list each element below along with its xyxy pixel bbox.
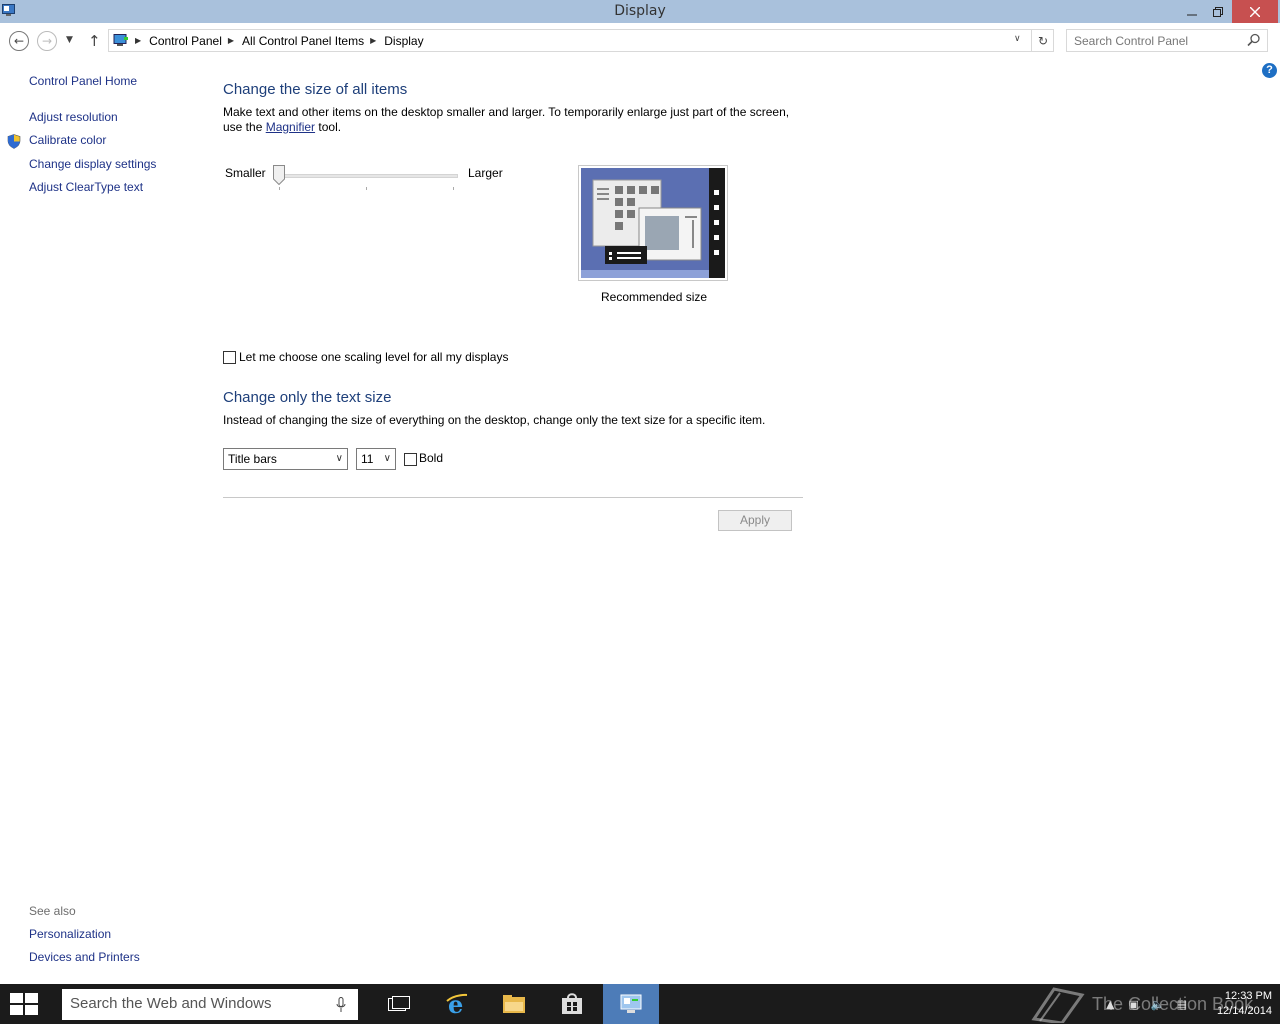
internet-explorer-button[interactable]: e (429, 984, 485, 1024)
see-also-devices-and-printers[interactable]: Devices and Printers (29, 950, 140, 964)
window-title: Display (614, 3, 666, 19)
uac-shield-icon (7, 134, 21, 149)
chevron-down-icon: ▼ (66, 35, 73, 45)
breadcrumb-all-items[interactable]: All Control Panel Items (242, 34, 364, 48)
close-icon (1250, 6, 1260, 17)
computer-icon (113, 34, 128, 46)
restore-button[interactable] (1206, 0, 1230, 23)
sidebar-item-change-display-settings[interactable]: Change display settings (29, 157, 156, 171)
minimize-button[interactable] (1180, 0, 1204, 23)
search-icon (1247, 33, 1260, 47)
breadcrumb-separator-icon: ▶ (227, 36, 235, 45)
windows-start-icon[interactable] (10, 993, 38, 1015)
breadcrumb-separator-icon: ▶ (370, 36, 377, 45)
recommended-size-caption: Recommended size (601, 290, 708, 304)
magnifier-link[interactable]: Magnifier (266, 120, 315, 134)
desc-prefix: use the (223, 120, 266, 134)
help-icon[interactable]: ? (1262, 63, 1277, 78)
text-size-description: Instead of changing the size of everythi… (223, 413, 766, 427)
slider-tick (279, 187, 280, 190)
store-icon (562, 993, 582, 1014)
address-history-button[interactable]: ∨ (1014, 34, 1021, 44)
show-hidden-icons-icon[interactable]: ▲ (1106, 998, 1114, 1011)
item-select-value: Title bars (228, 452, 277, 466)
scaling-level-checkbox[interactable] (223, 351, 236, 364)
internet-explorer-icon: e (446, 992, 468, 1016)
microphone-icon[interactable] (336, 997, 346, 1013)
sidebar-item-adjust-resolution[interactable]: Adjust resolution (29, 110, 118, 124)
address-bar[interactable]: ▶ Control Panel ▶ All Control Panel Item… (108, 29, 1054, 52)
folder-icon (503, 995, 525, 1013)
back-button[interactable]: ← (9, 31, 29, 51)
see-also-personalization[interactable]: Personalization (29, 927, 111, 941)
size-slider-track[interactable] (278, 174, 458, 178)
divider (223, 497, 803, 498)
slider-tick (366, 187, 367, 190)
bold-checkbox[interactable] (404, 453, 417, 466)
see-also-label: See also (29, 904, 76, 918)
taskbar-search-placeholder: Search the Web and Windows (70, 995, 272, 1012)
network-icon[interactable]: ▣ (1128, 998, 1138, 1011)
sidebar: Control Panel Home Adjust resolution Cal… (0, 59, 200, 984)
book-logo-icon (1031, 987, 1085, 1023)
forward-arrow-icon: → (41, 34, 53, 48)
slider-smaller-label: Smaller (225, 166, 266, 180)
desktop-preview-icon (581, 168, 725, 278)
desc-suffix: tool. (315, 120, 342, 134)
breadcrumb-display[interactable]: Display (384, 34, 423, 48)
forward-button[interactable]: → (37, 31, 57, 51)
size-slider-thumb[interactable] (273, 165, 285, 185)
volume-icon[interactable]: 🔈 (1151, 998, 1165, 1011)
apply-button[interactable]: Apply (718, 510, 792, 531)
up-button[interactable]: ↑ (88, 32, 101, 50)
sidebar-item-calibrate-color[interactable]: Calibrate color (29, 133, 106, 147)
recent-locations-button[interactable]: ▼ (66, 35, 73, 45)
close-button[interactable] (1232, 0, 1278, 23)
clock[interactable]: 12:33 PM 12/14/2014 (1196, 989, 1272, 1019)
action-center-icon[interactable]: ▤ (1177, 998, 1187, 1011)
font-size-value: 11 (361, 452, 374, 466)
slider-tick (453, 187, 454, 190)
search-box[interactable] (1066, 29, 1268, 52)
store-button[interactable] (544, 984, 600, 1024)
clock-date: 12/14/2014 (1216, 1005, 1272, 1017)
scaling-preview-image (578, 165, 728, 281)
control-panel-taskbar-button[interactable] (603, 984, 659, 1024)
control-panel-icon (620, 994, 642, 1013)
breadcrumb-control-panel[interactable]: Control Panel (149, 34, 222, 48)
item-select[interactable]: Title bars ∨ (223, 448, 348, 470)
back-arrow-icon: ← (13, 34, 25, 48)
refresh-icon: ↻ (1037, 33, 1049, 48)
heading-change-size: Change the size of all items (223, 81, 408, 98)
heading-change-text-size: Change only the text size (223, 389, 392, 406)
slider-larger-label: Larger (468, 166, 503, 180)
sidebar-item-adjust-cleartype[interactable]: Adjust ClearType text (29, 180, 143, 194)
clock-time: 12:33 PM (1224, 990, 1272, 1002)
task-view-icon (388, 996, 410, 1011)
restore-icon (1213, 6, 1223, 17)
file-explorer-button[interactable] (486, 984, 542, 1024)
taskbar-search-box[interactable]: Search the Web and Windows (62, 989, 358, 1020)
up-arrow-icon: ↑ (88, 32, 101, 50)
font-size-select[interactable]: 11 ∨ (356, 448, 396, 470)
search-input[interactable] (1067, 30, 1247, 51)
breadcrumb-separator-icon: ▶ (135, 36, 142, 45)
bold-label[interactable]: Bold (419, 451, 443, 465)
scaling-level-label[interactable]: Let me choose one scaling level for all … (239, 350, 508, 364)
minimize-icon (1187, 14, 1197, 15)
refresh-button[interactable]: ↻ (1031, 30, 1054, 51)
chevron-down-icon: ∨ (383, 453, 391, 464)
size-description-line1: Make text and other items on the desktop… (223, 105, 790, 119)
title-bar: Display (0, 0, 1280, 23)
chevron-down-icon: ∨ (1014, 34, 1021, 44)
chevron-down-icon: ∨ (335, 453, 343, 464)
sidebar-item-control-panel-home[interactable]: Control Panel Home (29, 74, 137, 88)
address-toolbar: ← → ▼ ↑ ▶ Control Panel ▶ All Control Pa… (0, 23, 1280, 59)
taskbar: Search the Web and Windows e The Collect… (0, 984, 1280, 1024)
task-view-button[interactable] (371, 984, 427, 1024)
size-description-line2: use the Magnifier tool. (223, 120, 341, 135)
system-tray: ▲ ▣ 🔈 ▤ (1106, 984, 1187, 1024)
